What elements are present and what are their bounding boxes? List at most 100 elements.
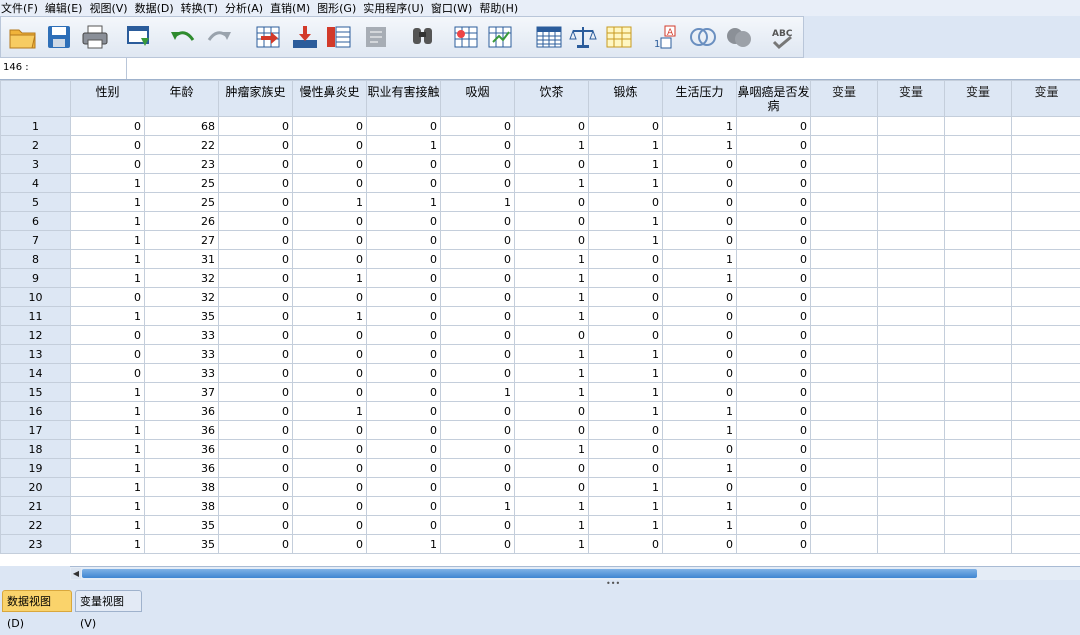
menu-item-8[interactable]: 实用程序(U) bbox=[363, 0, 431, 16]
data-cell[interactable]: 0 bbox=[219, 193, 293, 212]
data-cell[interactable]: 1 bbox=[515, 288, 589, 307]
data-cell[interactable]: 0 bbox=[589, 440, 663, 459]
select-cases-icon[interactable] bbox=[603, 21, 635, 53]
empty-cell[interactable] bbox=[1012, 174, 1080, 193]
data-cell[interactable]: 0 bbox=[293, 117, 367, 136]
open-folder-icon[interactable] bbox=[7, 21, 39, 53]
empty-cell[interactable] bbox=[878, 117, 945, 136]
empty-cell[interactable] bbox=[811, 288, 878, 307]
data-cell[interactable]: 1 bbox=[515, 497, 589, 516]
data-cell[interactable]: 1 bbox=[71, 459, 145, 478]
menu-item-7[interactable]: 图形(G) bbox=[317, 0, 363, 16]
data-cell[interactable]: 0 bbox=[441, 212, 515, 231]
empty-cell[interactable] bbox=[811, 250, 878, 269]
data-cell[interactable]: 0 bbox=[219, 307, 293, 326]
variables-icon[interactable] bbox=[323, 21, 355, 53]
row-number[interactable]: 9 bbox=[1, 269, 71, 288]
data-cell[interactable]: 0 bbox=[663, 326, 737, 345]
data-cell[interactable]: 0 bbox=[515, 459, 589, 478]
column-header[interactable]: 职业有害接触 bbox=[367, 81, 441, 117]
data-cell[interactable]: 1 bbox=[515, 136, 589, 155]
empty-cell[interactable] bbox=[945, 250, 1012, 269]
data-cell[interactable]: 1 bbox=[663, 497, 737, 516]
empty-cell[interactable] bbox=[1012, 535, 1080, 554]
data-cell[interactable]: 0 bbox=[367, 212, 441, 231]
menu-item-1[interactable]: 编辑(E) bbox=[45, 0, 90, 16]
redo-icon[interactable] bbox=[203, 21, 235, 53]
data-cell[interactable]: 0 bbox=[441, 307, 515, 326]
data-cell[interactable]: 0 bbox=[71, 155, 145, 174]
row-number[interactable]: 12 bbox=[1, 326, 71, 345]
data-cell[interactable]: 0 bbox=[367, 516, 441, 535]
data-cell[interactable]: 25 bbox=[145, 174, 219, 193]
data-cell[interactable]: 36 bbox=[145, 421, 219, 440]
use-sets-icon[interactable] bbox=[687, 21, 719, 53]
data-cell[interactable]: 25 bbox=[145, 193, 219, 212]
data-cell[interactable]: 36 bbox=[145, 459, 219, 478]
data-cell[interactable]: 0 bbox=[293, 212, 367, 231]
data-cell[interactable]: 0 bbox=[71, 326, 145, 345]
data-cell[interactable]: 1 bbox=[515, 383, 589, 402]
data-cell[interactable]: 0 bbox=[293, 459, 367, 478]
empty-cell[interactable] bbox=[878, 440, 945, 459]
menu-item-10[interactable]: 帮助(H) bbox=[479, 0, 525, 16]
empty-cell[interactable] bbox=[811, 231, 878, 250]
data-cell[interactable]: 0 bbox=[219, 421, 293, 440]
data-cell[interactable]: 0 bbox=[293, 136, 367, 155]
data-cell[interactable]: 1 bbox=[589, 478, 663, 497]
data-cell[interactable]: 0 bbox=[663, 307, 737, 326]
empty-cell[interactable] bbox=[878, 155, 945, 174]
data-cell[interactable]: 0 bbox=[219, 212, 293, 231]
column-header[interactable]: 肿瘤家族史 bbox=[219, 81, 293, 117]
data-cell[interactable]: 0 bbox=[441, 288, 515, 307]
data-cell[interactable]: 1 bbox=[515, 269, 589, 288]
data-cell[interactable]: 0 bbox=[737, 364, 811, 383]
data-cell[interactable]: 0 bbox=[71, 117, 145, 136]
data-cell[interactable]: 0 bbox=[737, 269, 811, 288]
empty-cell[interactable] bbox=[811, 478, 878, 497]
data-cell[interactable]: 0 bbox=[219, 497, 293, 516]
data-cell[interactable]: 0 bbox=[219, 402, 293, 421]
empty-cell[interactable] bbox=[945, 136, 1012, 155]
empty-cell[interactable] bbox=[878, 383, 945, 402]
empty-cell[interactable] bbox=[1012, 250, 1080, 269]
empty-cell[interactable] bbox=[811, 402, 878, 421]
data-cell[interactable]: 1 bbox=[367, 535, 441, 554]
data-cell[interactable]: 0 bbox=[441, 516, 515, 535]
empty-variable-header[interactable]: 变量 bbox=[811, 81, 878, 117]
empty-cell[interactable] bbox=[878, 136, 945, 155]
data-cell[interactable]: 1 bbox=[367, 193, 441, 212]
empty-cell[interactable] bbox=[878, 402, 945, 421]
data-cell[interactable]: 35 bbox=[145, 535, 219, 554]
empty-cell[interactable] bbox=[1012, 383, 1080, 402]
data-cell[interactable]: 0 bbox=[293, 383, 367, 402]
data-cell[interactable]: 0 bbox=[663, 440, 737, 459]
data-cell[interactable]: 0 bbox=[367, 478, 441, 497]
data-cell[interactable]: 0 bbox=[367, 402, 441, 421]
data-cell[interactable]: 0 bbox=[589, 421, 663, 440]
data-cell[interactable]: 1 bbox=[589, 231, 663, 250]
scroll-left-icon[interactable]: ◀ bbox=[71, 568, 81, 579]
data-cell[interactable]: 1 bbox=[515, 250, 589, 269]
column-header[interactable]: 生活压力 bbox=[663, 81, 737, 117]
empty-cell[interactable] bbox=[945, 459, 1012, 478]
data-cell[interactable]: 0 bbox=[737, 383, 811, 402]
data-cell[interactable]: 1 bbox=[441, 497, 515, 516]
data-cell[interactable]: 0 bbox=[663, 364, 737, 383]
data-cell[interactable]: 0 bbox=[293, 345, 367, 364]
data-cell[interactable]: 0 bbox=[293, 174, 367, 193]
empty-cell[interactable] bbox=[878, 421, 945, 440]
row-number[interactable]: 16 bbox=[1, 402, 71, 421]
column-header[interactable]: 锻炼 bbox=[589, 81, 663, 117]
empty-cell[interactable] bbox=[945, 516, 1012, 535]
data-cell[interactable]: 0 bbox=[737, 402, 811, 421]
data-cell[interactable]: 1 bbox=[589, 383, 663, 402]
empty-cell[interactable] bbox=[878, 174, 945, 193]
data-cell[interactable]: 0 bbox=[441, 478, 515, 497]
empty-cell[interactable] bbox=[945, 117, 1012, 136]
data-cell[interactable]: 1 bbox=[663, 136, 737, 155]
menu-item-0[interactable]: 文件(F) bbox=[0, 0, 45, 16]
empty-variable-header[interactable]: 变量 bbox=[945, 81, 1012, 117]
data-cell[interactable]: 1 bbox=[71, 421, 145, 440]
empty-cell[interactable] bbox=[945, 193, 1012, 212]
